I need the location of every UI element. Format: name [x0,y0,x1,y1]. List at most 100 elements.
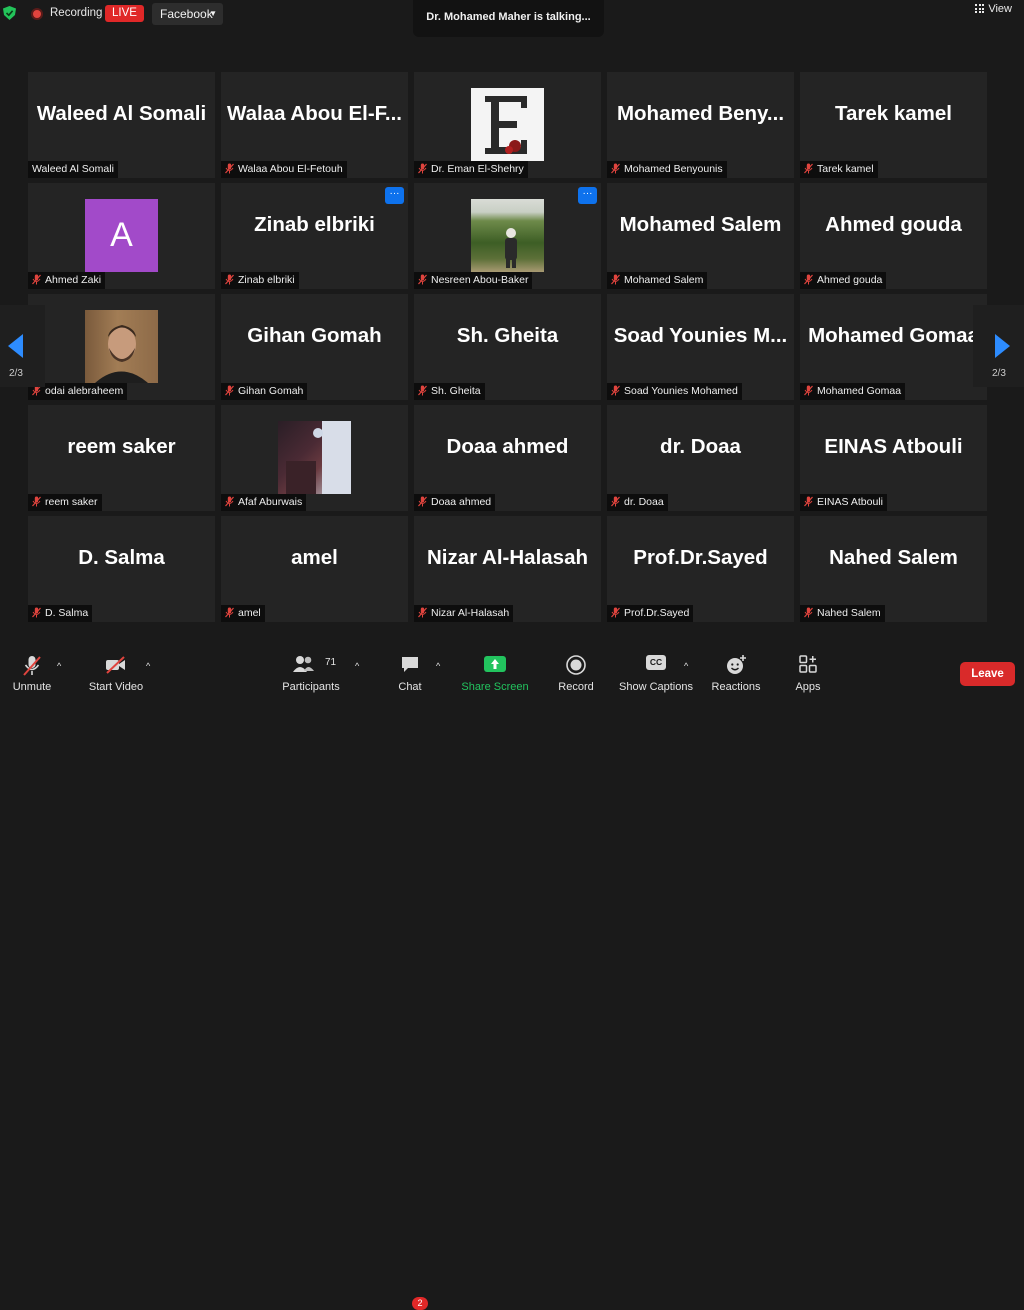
participant-name-tag: Mohamed Gomaa [800,383,906,400]
show-captions-button[interactable]: CC Show Captions [616,645,696,697]
participant-name-tag: Nahed Salem [800,605,885,622]
participant-tile[interactable]: D. Salma D. Salma [28,516,215,622]
participant-name-tag: reem saker [28,494,102,511]
live-badge[interactable]: LIVE [105,5,144,22]
stream-target-dropdown[interactable]: Facebook ▼ [152,3,223,25]
reactions-button[interactable]: Reactions [708,645,764,697]
next-page-button[interactable]: 2/3 [973,305,1024,387]
participant-tile[interactable]: Ahmed gouda Ahmed gouda [800,183,987,289]
microphone-muted-icon [611,385,620,396]
participant-display-name: Nahed Salem [829,546,958,569]
participant-name-tag: Nizar Al-Halasah [414,605,514,622]
dark-room-photo [278,421,351,494]
microphone-muted-icon [32,274,41,285]
participant-name: Ahmed Zaki [45,274,102,286]
participant-tile[interactable]: A Ahmed Zaki [28,183,215,289]
participant-display-name: Mohamed Beny... [616,102,785,125]
chat-button[interactable]: Chat [392,645,428,697]
participant-tile[interactable]: Sh. Gheita Sh. Gheita [414,294,601,400]
participant-name-tag: amel [221,605,265,622]
microphone-muted-icon [225,607,234,618]
participant-name: Ahmed gouda [817,274,883,286]
participants-options-caret[interactable]: ^ [355,661,359,671]
participant-name-tag: Mohamed Benyounis [607,161,727,178]
participants-button[interactable]: 71 Participants [278,645,344,697]
participant-tile[interactable]: ··· Nesreen Abou-Baker [414,183,601,289]
participant-name-tag: Doaa ahmed [414,494,496,511]
captions-icon: CC [646,655,666,670]
record-button[interactable]: Record [554,645,598,697]
participant-name: Afaf Aburwais [238,496,303,508]
participant-display-name: Doaa ahmed [446,435,569,458]
participant-name: Mohamed Gomaa [817,385,902,397]
participant-name-tag: EINAS Atbouli [800,494,887,511]
recording-icon [31,8,43,20]
captions-options-caret[interactable]: ^ [684,661,688,671]
record-icon [566,655,586,675]
participant-name-tag: Prof.Dr.Sayed [607,605,694,622]
video-options-caret[interactable]: ^ [146,661,150,671]
microphone-muted-icon [804,163,813,174]
participant-name-tag: Ahmed Zaki [28,272,106,289]
participant-tile[interactable]: Tarek kamel Tarek kamel [800,72,987,178]
participant-tile[interactable]: Afaf Aburwais [221,405,408,511]
microphone-muted-icon [804,496,813,507]
participant-tile[interactable]: Walaa Abou El-F... Walaa Abou El-Fetouh [221,72,408,178]
microphone-muted-icon [418,385,427,396]
participant-tile[interactable]: Soad Younies M... Soad Younies Mohamed [607,294,794,400]
participant-tile[interactable]: Nizar Al-Halasah Nizar Al-Halasah [414,516,601,622]
participant-tile[interactable]: Dr. Eman El-Shehry [414,72,601,178]
leave-button[interactable]: Leave [960,662,1015,686]
participant-tile[interactable]: dr. Doaa dr. Doaa [607,405,794,511]
start-video-label: Start Video [88,681,144,693]
share-screen-button[interactable]: Share Screen [460,645,530,697]
participant-tile[interactable]: amel amel [221,516,408,622]
participant-name-tag: Walaa Abou El-Fetouh [221,161,347,178]
unmute-button[interactable]: Unmute [6,645,58,697]
apps-button[interactable]: Apps [788,645,828,697]
participant-display-name: Gihan Gomah [247,324,382,347]
participant-tile[interactable]: Mohamed Beny... Mohamed Benyounis [607,72,794,178]
participant-name-tag: Nesreen Abou-Baker [414,272,533,289]
participant-name: reem saker [45,496,98,508]
start-video-button[interactable]: Start Video [84,645,148,697]
participant-display-name: Tarek kamel [834,102,952,125]
meeting-toolbar: Unmute ^ Start Video ^ 71 Participants ^… [0,645,1024,1310]
participant-tile[interactable]: odai alebraheem [28,294,215,400]
microphone-muted-icon [32,496,41,507]
avatar: A [85,199,158,272]
participant-display-name: EINAS Atbouli [824,435,963,458]
participant-tile[interactable]: Nahed Salem Nahed Salem [800,516,987,622]
participant-tile[interactable]: Doaa ahmed Doaa ahmed [414,405,601,511]
prev-page-button[interactable]: 2/3 [0,305,45,387]
participant-name-tag: D. Salma [28,605,93,622]
top-bar: Recording LIVE Facebook ▼ Dr. Mohamed Ma… [0,0,1024,37]
participant-tile[interactable]: Prof.Dr.Sayed Prof.Dr.Sayed [607,516,794,622]
participant-tile[interactable]: EINAS Atbouli EINAS Atbouli [800,405,987,511]
microphone-muted-icon [804,607,813,618]
participant-tile[interactable]: Mohamed Salem Mohamed Salem [607,183,794,289]
shield-icon[interactable] [3,6,16,20]
participant-name: Soad Younies Mohamed [624,385,738,397]
participant-name: Prof.Dr.Sayed [624,607,690,619]
chevron-down-icon: ▼ [209,9,217,18]
audio-options-caret[interactable]: ^ [57,661,61,671]
participant-name-tag: Soad Younies Mohamed [607,383,742,400]
more-options-button[interactable]: ··· [385,187,404,204]
participant-tile[interactable]: Waleed Al Somali Waleed Al Somali [28,72,215,178]
participant-tile[interactable]: reem saker reem saker [28,405,215,511]
participant-name-tag: Waleed Al Somali [28,161,118,178]
participant-tile[interactable]: Gihan Gomah Gihan Gomah [221,294,408,400]
participant-name: Mohamed Benyounis [624,163,723,175]
apps-icon [799,655,817,673]
microphone-muted-icon [418,496,427,507]
microphone-muted-icon [225,274,234,285]
chat-options-caret[interactable]: ^ [436,661,440,671]
participant-name: Gihan Gomah [238,385,304,397]
participant-tile[interactable]: Mohamed Gomaa Mohamed Gomaa [800,294,987,400]
participant-tile[interactable]: Zinab elbriki ··· Zinab elbriki [221,183,408,289]
participants-count: 71 [325,657,337,668]
more-options-button[interactable]: ··· [578,187,597,204]
view-button[interactable]: View [975,3,1012,19]
page-indicator-right: 2/3 [992,368,1006,379]
